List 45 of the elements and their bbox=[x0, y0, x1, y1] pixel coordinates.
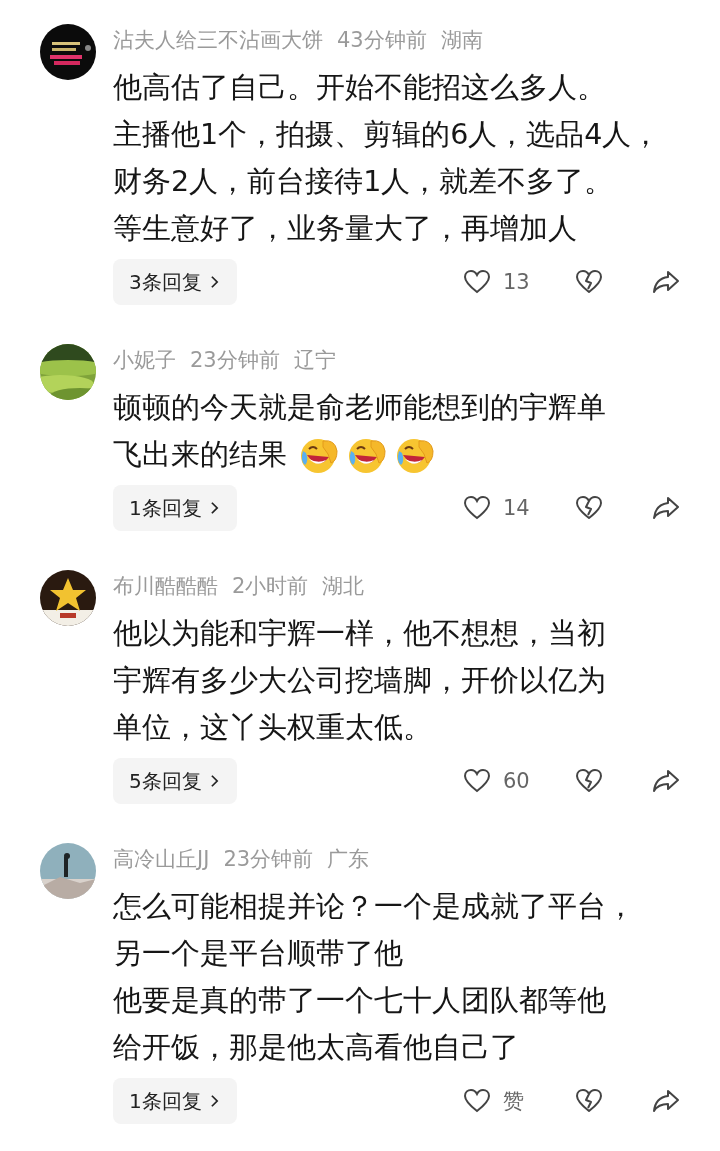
comment-text-line: 主播他1个，拍摄、剪辑的6人，选品4人， bbox=[113, 117, 661, 153]
comment-region: 湖南 bbox=[440, 27, 483, 54]
share-icon[interactable] bbox=[652, 767, 680, 795]
comment-text-line: 飞出来的结果 bbox=[113, 437, 287, 473]
replies-button[interactable]: 5条回复 bbox=[113, 758, 237, 804]
comment-text-line: 单位，这丫头权重太低。 bbox=[113, 710, 432, 746]
broken-heart-icon[interactable] bbox=[575, 268, 603, 296]
comment-text-line: 他高估了自己。开始不能招这么多人。 bbox=[113, 70, 606, 106]
comment-text-line: 另一个是平台顺带了他 bbox=[113, 936, 403, 972]
replies-button[interactable]: 1条回复 bbox=[113, 485, 237, 531]
broken-heart-icon[interactable] bbox=[575, 767, 603, 795]
comment-text-line: 顿顿的今天就是俞老师能想到的宇辉单 bbox=[113, 390, 606, 426]
like-count: 14 bbox=[503, 496, 530, 520]
comment-region: 广东 bbox=[327, 846, 370, 873]
broken-heart-icon[interactable] bbox=[575, 1087, 603, 1115]
replies-button[interactable]: 1条回复 bbox=[113, 1078, 237, 1124]
chevron-icon bbox=[209, 275, 219, 289]
heart-icon[interactable] bbox=[463, 268, 491, 296]
comment-time: 23分钟前 bbox=[190, 347, 280, 374]
like-count: 60 bbox=[503, 769, 530, 793]
comment-time: 2小时前 bbox=[232, 573, 309, 600]
heart-icon[interactable] bbox=[463, 1087, 491, 1115]
comment-text-line: 怎么可能相提并论？一个是成就了平台， bbox=[113, 889, 635, 925]
comment-region: 湖北 bbox=[322, 573, 365, 600]
comment-time: 43分钟前 bbox=[337, 27, 427, 54]
share-icon[interactable] bbox=[652, 1087, 680, 1115]
comment-text-line: 他以为能和宇辉一样，他不想想，当初 bbox=[113, 616, 606, 652]
share-icon[interactable] bbox=[652, 268, 680, 296]
replies-button[interactable]: 3条回复 bbox=[113, 259, 237, 305]
heart-icon[interactable] bbox=[463, 494, 491, 522]
comment-text-line: 给开饭，那是他太高看他自己了 bbox=[113, 1030, 519, 1066]
comment-text-line: 宇辉有多少大公司挖墙脚，开价以亿为 bbox=[113, 663, 606, 699]
comment-text-line: 财务2人，前台接待1人，就差不多了。 bbox=[113, 164, 614, 200]
chevron-icon bbox=[209, 774, 219, 788]
like-count: 赞 bbox=[503, 1088, 524, 1115]
broken-heart-icon[interactable] bbox=[575, 494, 603, 522]
like-count: 13 bbox=[503, 270, 530, 294]
comment-text-line: 等生意好了，业务量大了，再增加人 bbox=[113, 211, 577, 247]
chevron-icon bbox=[209, 1094, 219, 1108]
comment-region: 辽宁 bbox=[293, 347, 336, 374]
chevron-icon bbox=[209, 501, 219, 515]
comment-time: 23分钟前 bbox=[223, 846, 314, 873]
share-icon[interactable] bbox=[652, 494, 680, 522]
comment-text-line: 他要是真的带了一个七十人团队都等他 bbox=[113, 983, 606, 1019]
heart-icon[interactable] bbox=[463, 767, 491, 795]
